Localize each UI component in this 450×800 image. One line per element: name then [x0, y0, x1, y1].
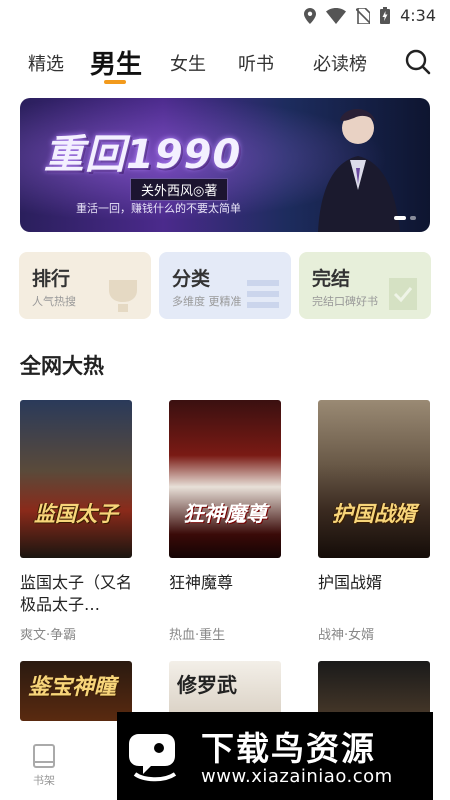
bird-logo-icon: [129, 734, 177, 782]
pagination-dot: [410, 216, 416, 220]
category-card[interactable]: 分类 多维度 更精准: [159, 252, 291, 319]
tab-female[interactable]: 女生: [170, 50, 206, 76]
wifi-icon: [326, 7, 347, 24]
trophy-icon: [109, 280, 137, 312]
book-cover-partial[interactable]: 鉴宝神瞳: [20, 661, 132, 721]
book-title: 监国太子（又名极品太子…: [20, 573, 132, 614]
watermark-title: 下载鸟资源: [201, 729, 376, 768]
card-title: 排行: [32, 268, 71, 290]
book-title: 护国战婿: [318, 573, 383, 592]
check-book-icon: [389, 278, 417, 310]
status-time: 4:34: [400, 6, 436, 25]
cover-title: 护国战婿: [332, 502, 416, 526]
book-cover: 护国战婿: [318, 400, 430, 558]
completed-card[interactable]: 完结 完结口碑好书: [299, 252, 431, 319]
watermark-url: www.xiazainiao.com: [201, 766, 393, 787]
pagination-dot-active: [394, 216, 406, 220]
list-icon: [247, 280, 279, 308]
book-tags: 热血·重生: [169, 628, 226, 643]
banner-tagline: 重活一回，赚钱什么的不要太简单: [76, 202, 241, 215]
ranking-card[interactable]: 排行 人气热搜: [19, 252, 151, 319]
card-subtitle: 完结口碑好书: [312, 295, 378, 308]
nav-label: 书架: [33, 774, 55, 787]
book-cover: 狂神魔尊: [169, 400, 281, 558]
tab-male[interactable]: 男生: [90, 44, 142, 81]
book-tags: 爽文·争霸: [20, 628, 77, 643]
card-subtitle: 人气热搜: [32, 295, 76, 308]
promo-banner[interactable]: 重回1990 关外西风◎著 重活一回，赚钱什么的不要太简单: [20, 98, 430, 232]
watermark-overlay: 下载鸟资源 www.xiazainiao.com: [117, 712, 433, 800]
book-cover: 监国太子: [20, 400, 132, 558]
book-item[interactable]: 护国战婿 护国战婿 战神·女婿: [318, 400, 430, 643]
card-subtitle: 多维度 更精准: [172, 295, 242, 308]
book-title: 狂神魔尊: [169, 573, 234, 592]
card-title: 完结: [312, 268, 351, 290]
active-tab-indicator: [104, 80, 126, 84]
top-tabs: 精选 男生 女生 听书 必读榜: [0, 40, 450, 86]
book-item[interactable]: 狂神魔尊 狂神魔尊 热血·重生: [169, 400, 281, 643]
cover-title: 修罗武: [177, 673, 237, 697]
banner-pagination: [394, 216, 416, 220]
tab-audiobook[interactable]: 听书: [238, 50, 274, 76]
tab-must-read[interactable]: 必读榜: [313, 50, 367, 76]
tab-featured[interactable]: 精选: [28, 50, 64, 76]
bookshelf-icon: [33, 744, 55, 768]
banner-character-illustration: [318, 109, 400, 232]
banner-author: 关外西风◎著: [130, 178, 229, 201]
location-icon: [304, 7, 317, 24]
cover-title: 监国太子: [34, 502, 118, 526]
search-icon: [405, 49, 431, 75]
book-tags: 战神·女婿: [318, 628, 375, 643]
section-title: 全网大热: [20, 353, 104, 378]
status-bar: 4:34: [0, 0, 450, 32]
cover-title: 鉴宝神瞳: [28, 675, 117, 700]
search-button[interactable]: [404, 48, 432, 76]
cover-title: 狂神魔尊: [183, 502, 267, 526]
app-screen: 4:34 精选 男生 女生 听书 必读榜 重回1990 关外西风◎著 重活一回，…: [0, 0, 450, 800]
no-sim-icon: [356, 7, 371, 24]
nav-bookshelf[interactable]: 书架: [22, 742, 66, 788]
battery-charging-icon: [380, 7, 391, 24]
card-title: 分类: [172, 268, 211, 290]
book-item[interactable]: 监国太子 监国太子（又名极品太子… 爽文·争霸: [20, 400, 132, 643]
banner-title: 重回1990: [44, 132, 242, 178]
